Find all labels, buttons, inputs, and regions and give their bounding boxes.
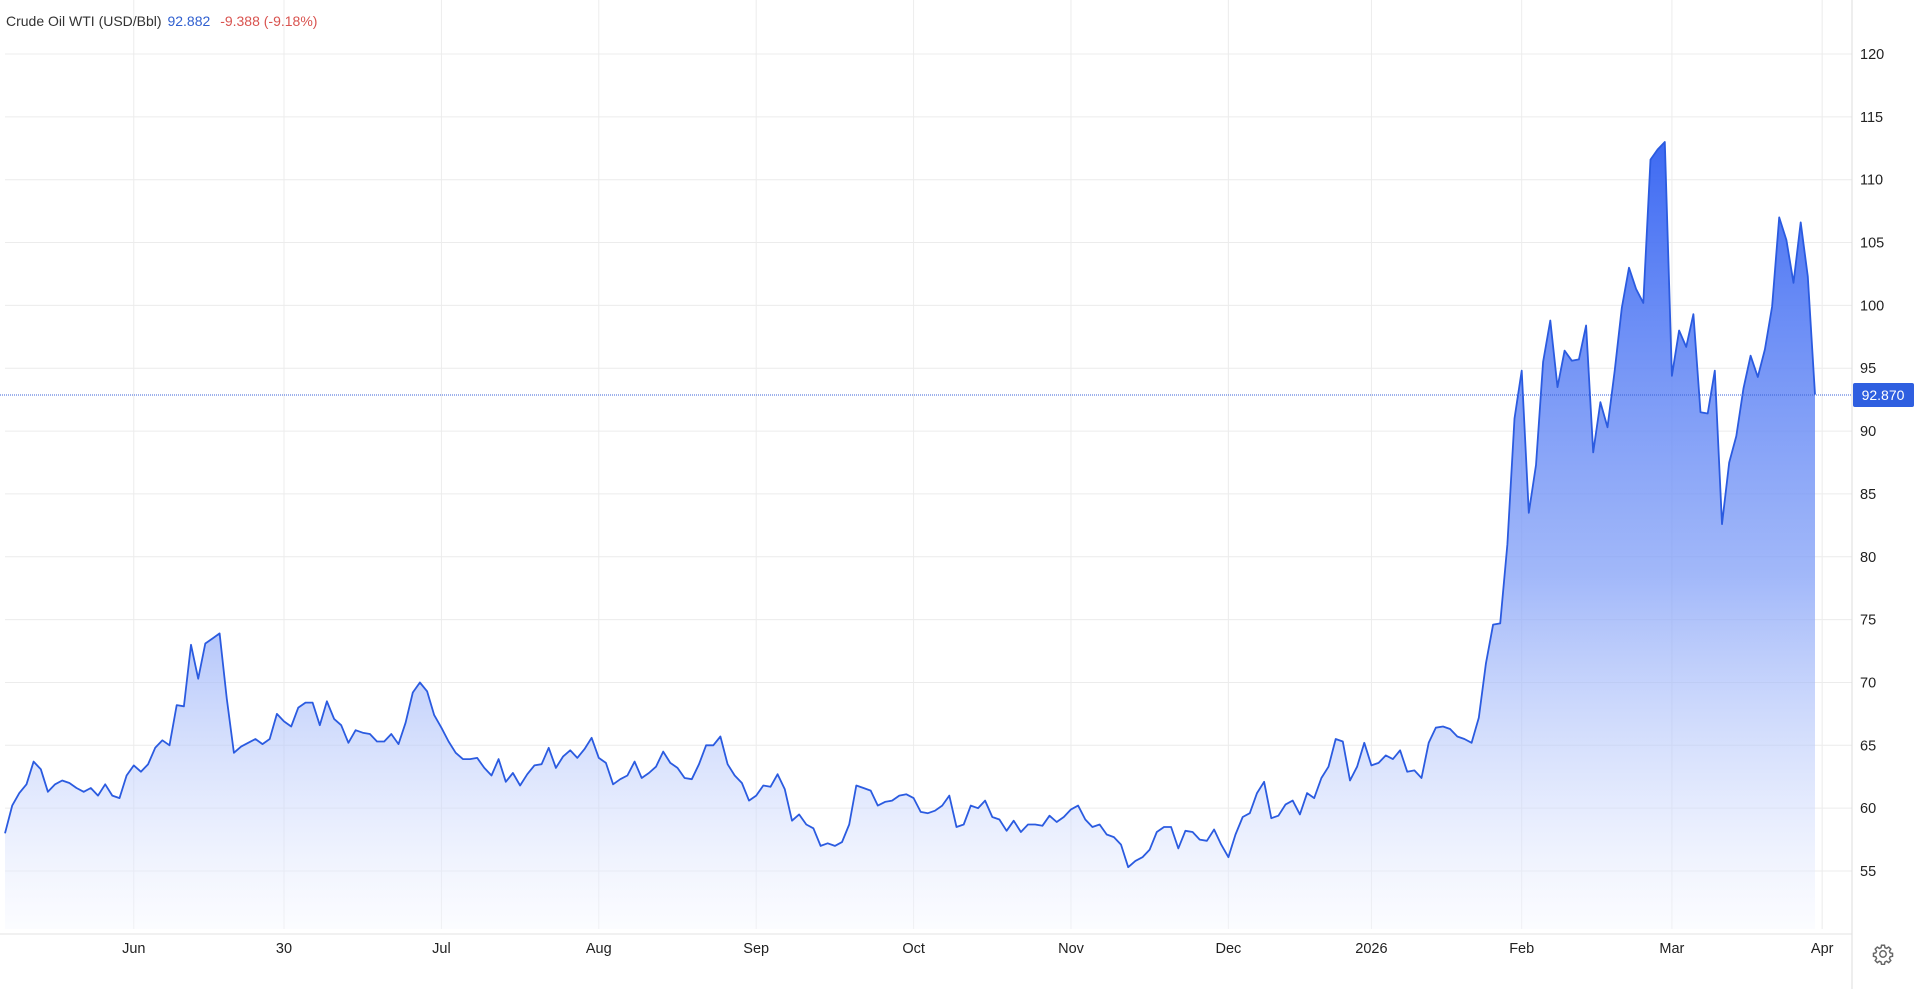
y-tick-label: 75 <box>1860 613 1876 629</box>
x-tick-label: Oct <box>902 941 925 957</box>
x-tick-label: Sep <box>743 941 769 957</box>
y-tick-label: 80 <box>1860 550 1876 566</box>
x-tick-label: Apr <box>1811 941 1834 957</box>
price-chart[interactable]: 55 60 65 70 75 80 85 90 95 100 105 110 115 120 Jun 30 J… <box>0 0 1914 989</box>
x-tick-label: Feb <box>1509 941 1534 957</box>
y-tick-label: 70 <box>1860 676 1876 692</box>
y-tick-label: 100 <box>1860 298 1884 314</box>
y-tick-label: 110 <box>1860 173 1883 189</box>
x-tick-label: 2026 <box>1355 941 1387 957</box>
legend-instrument-name: Crude Oil WTI (USD/Bbl) <box>6 13 162 29</box>
x-axis: Jun30JulAugSepOctNovDec2026FebMarAprMay <box>122 941 1834 957</box>
y-tick-label: 95 <box>1860 361 1876 377</box>
y-tick-label: 85 <box>1860 487 1876 503</box>
y-tick-label: 90 <box>1860 424 1876 440</box>
y-tick-label: 105 <box>1860 236 1884 252</box>
legend-price: 92.882 <box>167 13 211 29</box>
area-fill <box>5 142 1815 929</box>
legend-change: -9.388 (-9.18%) <box>220 13 318 29</box>
y-tick-label: 60 <box>1860 801 1876 817</box>
y-tick-label: 65 <box>1860 738 1876 754</box>
price-area <box>4 141 1816 929</box>
y-tick-label: 115 <box>1860 110 1883 126</box>
gear-icon[interactable] <box>1872 943 1894 966</box>
x-tick-label: Jun <box>122 941 145 957</box>
last-price-label-text: 92.870 <box>1862 387 1905 403</box>
last-price-label: 92.870 <box>1853 383 1914 407</box>
x-tick-label: Jul <box>432 941 451 957</box>
x-tick-label: 30 <box>276 941 292 957</box>
x-tick-label: Mar <box>1659 941 1684 957</box>
y-tick-label: 120 <box>1860 47 1884 63</box>
y-axis: 55 60 65 70 75 80 85 90 95 100 105 110 115 120 <box>1860 47 1884 880</box>
x-tick-label: Dec <box>1216 941 1242 957</box>
x-tick-label: Aug <box>586 941 612 957</box>
chart-legend: Crude Oil WTI (USD/Bbl) 92.882 -9.388 (-… <box>6 13 317 29</box>
x-tick-label: Nov <box>1058 941 1085 957</box>
y-tick-label: 55 <box>1860 864 1876 880</box>
